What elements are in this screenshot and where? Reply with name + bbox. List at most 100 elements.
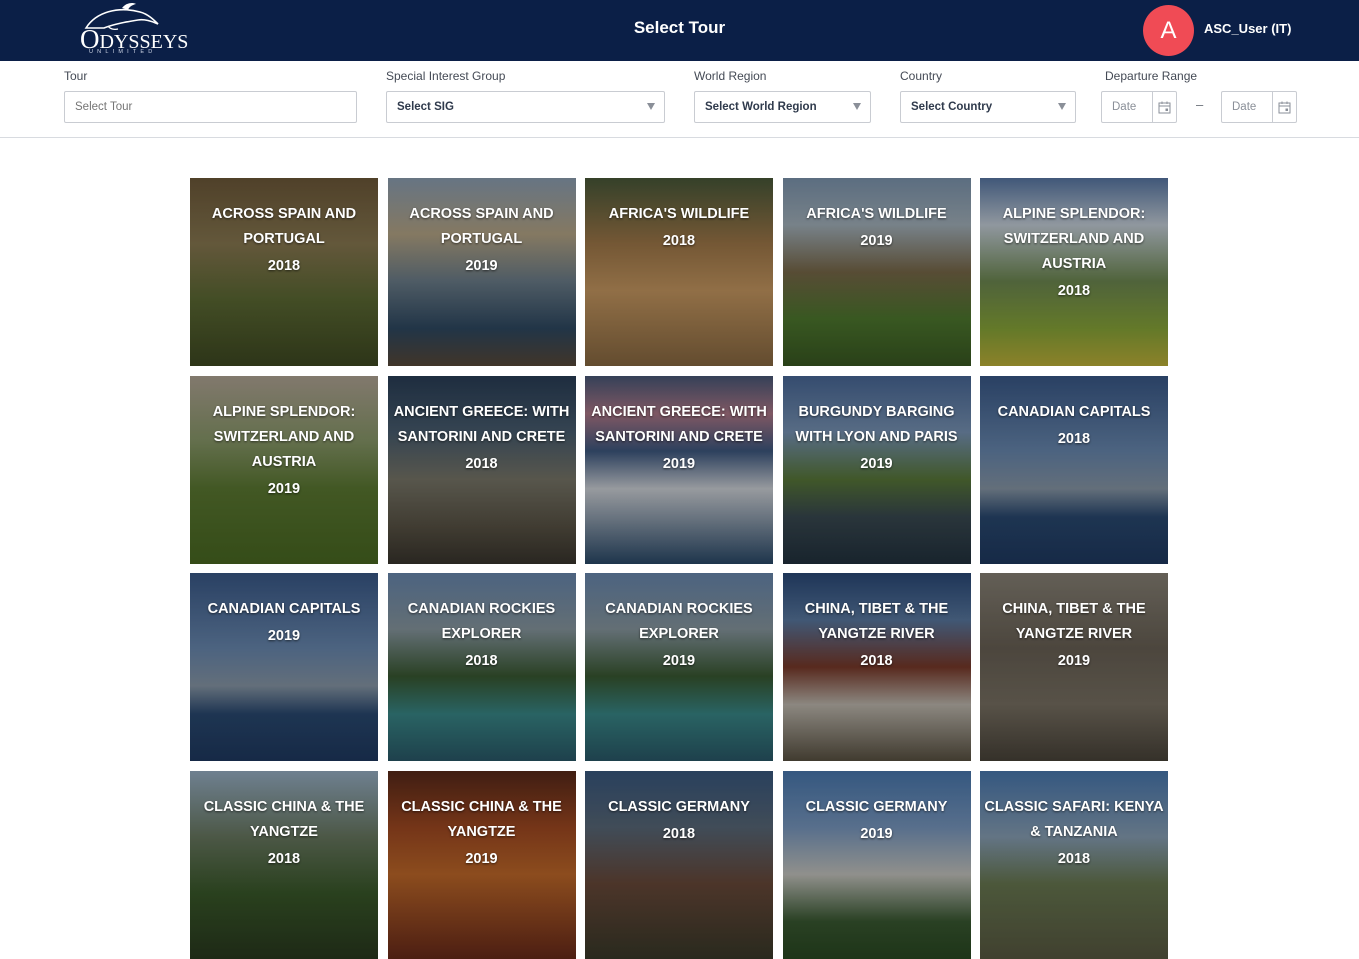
tour-year: 2019 (267, 480, 301, 497)
calendar-icon[interactable] (1272, 92, 1296, 122)
country-select-value: Select Country (911, 101, 993, 113)
tour-year: 2018 (267, 258, 301, 274)
tour-name: CLASSIC CHINA & THE YANGTZE (401, 798, 562, 840)
tour-tile[interactable]: CLASSIC GERMANY 2018 (585, 770, 773, 959)
tour-title: CLASSIC GERMANY 2018 (585, 795, 773, 847)
user-name[interactable]: ASC_User (IT) (1204, 21, 1291, 36)
tour-name: BURGUNDY BARGING WITH LYON AND PARIS (795, 403, 958, 445)
tour-year: 2019 (1057, 653, 1091, 669)
tour-year: 2018 (465, 455, 498, 472)
tour-name: CLASSIC SAFARI: KENYA & TANZANIA (984, 798, 1164, 840)
tour-year: 2019 (267, 628, 301, 644)
tour-name: CHINA, TIBET & THE YANGTZE RIVER (1002, 601, 1146, 642)
chevron-down-icon (647, 103, 655, 110)
top-navigation-bar: ODYSSEYS UNLIMITED Select Tour A ASC_Use… (0, 0, 1359, 61)
tour-tile[interactable]: CHINA, TIBET & THE YANGTZE RIVER 2019 (980, 573, 1168, 761)
tour-title: AFRICA'S WILDLIFE 2018 (585, 202, 773, 254)
region-filter-label: World Region (694, 69, 767, 83)
calendar-icon[interactable] (1152, 92, 1176, 122)
sig-select[interactable]: Select SIG (386, 91, 665, 123)
tour-year: 2018 (267, 850, 301, 867)
tour-tile[interactable]: CANADIAN CAPITALS 2018 (980, 375, 1168, 564)
tour-year: 2019 (860, 455, 893, 472)
logo-subtitle: UNLIMITED (89, 49, 157, 55)
tour-title: CLASSIC GERMANY 2019 (783, 795, 971, 847)
chevron-down-icon (853, 103, 861, 110)
tour-tile[interactable]: CANADIAN ROCKIES EXPLORER 2018 (387, 573, 576, 761)
date-range-separator: – (1196, 97, 1204, 112)
tour-title: CHINA, TIBET & THE YANGTZE RIVER 2018 (783, 597, 971, 674)
from-date-placeholder: Date (1112, 101, 1137, 113)
tour-name: CLASSIC CHINA & THE YANGTZE (203, 798, 365, 840)
tour-title: ACROSS SPAIN AND PORTUGAL 2018 (190, 202, 378, 279)
tour-year: 2019 (662, 653, 696, 669)
tour-tile[interactable]: ACROSS SPAIN AND PORTUGAL 2018 (190, 178, 378, 366)
tour-name: AFRICA'S WILDLIFE (806, 206, 947, 222)
tour-title: CLASSIC CHINA & THE YANGTZE 2019 (388, 795, 576, 872)
country-filter-label: Country (900, 69, 943, 83)
tour-tile[interactable]: ALPINE SPLENDOR: SWITZERLAND AND AUSTRIA… (980, 178, 1168, 366)
tour-name: ALPINE SPLENDOR: SWITZERLAND AND AUSTRIA (1002, 206, 1146, 272)
sig-select-value: Select SIG (397, 101, 454, 113)
tour-tile[interactable]: CLASSIC CHINA & THE YANGTZE 2019 (387, 770, 576, 959)
tour-year: 2019 (860, 825, 893, 842)
tour-title: CHINA, TIBET & THE YANGTZE RIVER 2019 (980, 597, 1168, 674)
departure-to-date[interactable]: Date (1221, 91, 1297, 123)
tour-year: 2019 (860, 233, 893, 249)
tour-tile[interactable]: AFRICA'S WILDLIFE 2019 (782, 178, 971, 366)
user-avatar[interactable]: A (1143, 5, 1194, 56)
tour-search-input[interactable] (64, 91, 357, 123)
tour-year: 2018 (1057, 283, 1091, 299)
tour-year: 2018 (662, 233, 696, 249)
world-region-select[interactable]: Select World Region (694, 91, 871, 123)
tour-tile[interactable]: CANADIAN ROCKIES EXPLORER 2019 (585, 573, 773, 761)
tour-name: ACROSS SPAIN AND PORTUGAL (409, 206, 554, 247)
tour-name: CANADIAN ROCKIES EXPLORER (605, 601, 753, 642)
tour-tile[interactable]: CHINA, TIBET & THE YANGTZE RIVER 2018 (782, 573, 971, 761)
country-select[interactable]: Select Country (900, 91, 1076, 123)
tour-name: ANCIENT GREECE: WITH SANTORINI AND CRETE (393, 403, 570, 445)
tour-tile[interactable]: CLASSIC SAFARI: KENYA & TANZANIA 2018 (980, 770, 1168, 959)
tour-year: 2018 (860, 653, 893, 669)
tour-title: ANCIENT GREECE: WITH SANTORINI AND CRETE… (388, 400, 576, 477)
tour-filter-label: Tour (64, 69, 88, 83)
tour-title: CLASSIC CHINA & THE YANGTZE 2018 (190, 795, 378, 872)
tour-year: 2018 (1057, 850, 1091, 867)
tour-title: CANADIAN ROCKIES EXPLORER 2018 (388, 597, 576, 674)
sig-filter-label: Special Interest Group (386, 69, 506, 83)
tour-year: 2018 (1057, 430, 1091, 447)
tour-title: CANADIAN ROCKIES EXPLORER 2019 (585, 597, 773, 674)
departure-range-label: Departure Range (1105, 69, 1198, 83)
tour-year: 2019 (465, 258, 498, 274)
tour-title: ACROSS SPAIN AND PORTUGAL 2019 (388, 202, 576, 279)
tour-year: 2018 (662, 825, 696, 842)
tour-name: CLASSIC GERMANY (608, 798, 750, 815)
tour-title: CANADIAN CAPITALS 2019 (190, 597, 378, 649)
tour-title: ALPINE SPLENDOR: SWITZERLAND AND AUSTRIA… (190, 400, 378, 502)
departure-from-date[interactable]: Date (1101, 91, 1177, 123)
chevron-down-icon (1058, 103, 1066, 110)
tour-title: ANCIENT GREECE: WITH SANTORINI AND CRETE… (585, 400, 773, 477)
tour-tile[interactable]: ALPINE SPLENDOR: SWITZERLAND AND AUSTRIA… (190, 375, 378, 564)
tour-tile[interactable]: ACROSS SPAIN AND PORTUGAL 2019 (387, 178, 576, 366)
tour-name: AFRICA'S WILDLIFE (608, 206, 750, 222)
tour-tile[interactable]: BURGUNDY BARGING WITH LYON AND PARIS 2019 (782, 375, 971, 564)
tour-name: CHINA, TIBET & THE YANGTZE RIVER (804, 601, 949, 642)
tour-name: ACROSS SPAIN AND PORTUGAL (211, 206, 357, 247)
tour-tile[interactable]: CANADIAN CAPITALS 2019 (190, 573, 378, 761)
tour-tile[interactable]: AFRICA'S WILDLIFE 2018 (585, 178, 773, 366)
tour-title: AFRICA'S WILDLIFE 2019 (783, 202, 971, 254)
tour-tile[interactable]: ANCIENT GREECE: WITH SANTORINI AND CRETE… (387, 375, 576, 564)
tour-tile[interactable]: CLASSIC GERMANY 2019 (782, 770, 971, 959)
tour-tile[interactable]: ANCIENT GREECE: WITH SANTORINI AND CRETE… (585, 375, 773, 564)
tour-name: ANCIENT GREECE: WITH SANTORINI AND CRETE (591, 403, 767, 445)
tour-year: 2019 (465, 850, 498, 867)
tour-title: CLASSIC SAFARI: KENYA & TANZANIA 2018 (980, 795, 1168, 872)
tour-year: 2019 (662, 455, 696, 472)
tour-name: CANADIAN CAPITALS (207, 601, 361, 617)
tour-name: CLASSIC GERMANY (805, 798, 948, 815)
tour-tile[interactable]: CLASSIC CHINA & THE YANGTZE 2018 (190, 770, 378, 959)
tour-title: BURGUNDY BARGING WITH LYON AND PARIS 2019 (783, 400, 971, 477)
tour-title: ALPINE SPLENDOR: SWITZERLAND AND AUSTRIA… (980, 202, 1168, 304)
tour-title: CANADIAN CAPITALS 2018 (980, 400, 1168, 452)
